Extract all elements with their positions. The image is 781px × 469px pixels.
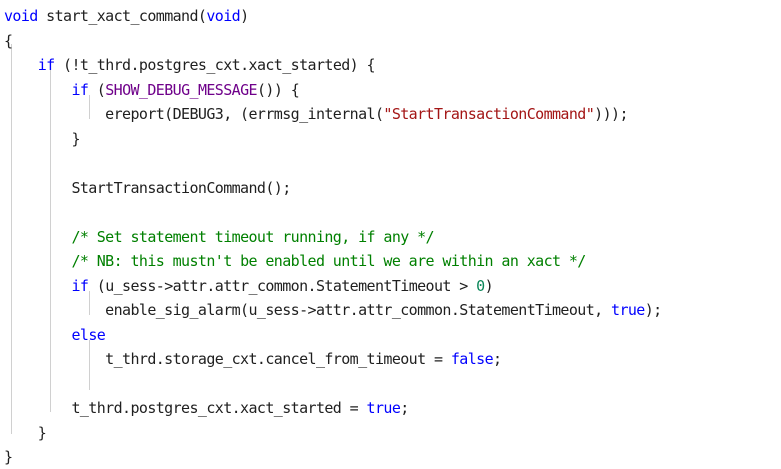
code-editor[interactable]: void start_xact_command(void) { if (!t_th…	[0, 0, 781, 468]
code-token-keyword: void	[206, 7, 241, 25]
code-line: /* NB: this mustn't be enabled until we …	[4, 249, 586, 273]
code-token-number: 0	[476, 276, 485, 295]
code-line: void start_xact_command(void)	[4, 4, 249, 28]
code-token-text: StartTransactionCommand();	[4, 178, 291, 197]
code-token-text: {	[4, 31, 13, 50]
code-line: t_thrd.storage_cxt.cancel_from_timeout =…	[4, 347, 502, 371]
code-line: {	[4, 29, 13, 53]
code-line: if (!t_thrd.postgres_cxt.xact_started) {	[4, 53, 376, 77]
code-line: StartTransactionCommand();	[4, 176, 291, 200]
code-token-keyword: if	[37, 56, 55, 74]
code-line: }	[4, 127, 80, 151]
code-line: else	[4, 323, 105, 347]
code-token-keyword: if	[71, 276, 89, 295]
code-token-keyword: else	[71, 325, 106, 344]
code-line: /* Set statement timeout running, if any…	[4, 225, 434, 249]
code-token-string: "StartTransactionCommand"	[383, 105, 595, 123]
code-token-text: t_thrd.storage_cxt.cancel_from_timeout =	[4, 350, 451, 368]
code-token-text: );	[644, 301, 662, 319]
code-line: if (SHOW_DEBUG_MESSAGE()) {	[4, 78, 299, 102]
code-token-keyword: void	[4, 7, 38, 25]
code-token-text: (u_sess->attr.attr_common.StatementTimeo…	[88, 276, 477, 295]
code-token-macro: SHOW_DEBUG_MESSAGE	[105, 80, 257, 99]
code-token-comment: /* NB: this mustn't be enabled until we …	[71, 252, 586, 270]
code-token-comment: /* Set statement timeout running, if any…	[71, 227, 434, 246]
code-token-text: ()) {	[256, 80, 300, 99]
code-token-text: ;	[493, 350, 502, 368]
code-line: }	[4, 421, 47, 445]
code-line: enable_sig_alarm(u_sess->attr.attr_commo…	[4, 298, 662, 322]
code-token-text: }	[4, 423, 47, 442]
code-token-text: )));	[594, 105, 628, 123]
code-token-text: start_xact_command(	[37, 7, 207, 25]
code-line: ereport(DEBUG3, (errmsg_internal("StartT…	[4, 102, 628, 126]
code-line: if (u_sess->attr.attr_common.StatementTi…	[4, 274, 493, 298]
code-token-text: ;	[400, 399, 409, 417]
code-line: t_thrd.postgres_cxt.xact_started = true;	[4, 396, 409, 420]
code-token-text: )	[240, 7, 249, 25]
code-token-text: (!t_thrd.postgres_cxt.xact_started) {	[54, 56, 376, 74]
code-token-keyword: true	[611, 301, 645, 319]
code-token-text: ereport(DEBUG3, (errmsg_internal(	[4, 105, 384, 123]
code-token-text: t_thrd.postgres_cxt.xact_started =	[4, 399, 367, 417]
code-line: }	[4, 445, 13, 469]
code-token-keyword: if	[71, 80, 89, 99]
code-token-text: enable_sig_alarm(u_sess->attr.attr_commo…	[4, 301, 612, 319]
code-token-text: }	[4, 129, 80, 148]
code-token-text: }	[4, 448, 13, 466]
code-token-keyword: false	[450, 350, 494, 368]
code-token-text: )	[484, 276, 494, 295]
code-token-keyword: true	[366, 399, 401, 417]
code-token-text: (	[88, 80, 106, 99]
